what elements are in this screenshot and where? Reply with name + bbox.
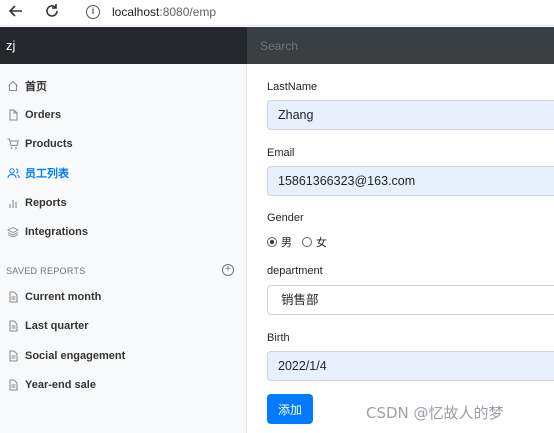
sidebar-report-year-end-sale[interactable]: Year-end sale xyxy=(0,373,247,397)
sidebar-item-label: Social engagement xyxy=(25,350,126,362)
lastname-label: LastName xyxy=(267,81,318,93)
sidebar-item-label: Current month xyxy=(25,291,102,303)
gender-option-label: 女 xyxy=(316,237,327,249)
file-text-icon xyxy=(6,290,20,304)
sidebar-item-label: Reports xyxy=(25,197,67,209)
bar-chart-icon xyxy=(6,196,20,210)
file-text-icon xyxy=(6,319,20,333)
sidebar-item-orders[interactable]: Orders xyxy=(0,103,247,127)
gender-radio-group: 男 女 xyxy=(267,234,337,250)
sidebar-item-products[interactable]: Products xyxy=(0,132,247,156)
file-text-icon xyxy=(6,349,20,363)
department-label: department xyxy=(267,265,323,277)
watermark: CSDN @忆故人的梦 xyxy=(366,404,504,422)
sidebar-item-label: 首页 xyxy=(25,81,47,93)
gender-option-label: 男 xyxy=(281,237,292,249)
layers-icon xyxy=(6,225,20,239)
home-icon xyxy=(6,79,20,93)
top-navbar: zj xyxy=(0,27,554,64)
brand[interactable]: zj xyxy=(0,27,247,64)
sidebar-item-reports[interactable]: Reports xyxy=(0,191,247,215)
sidebar-item-label: 员工列表 xyxy=(25,168,69,180)
sidebar-item-label: Integrations xyxy=(25,226,88,238)
url-path: :8080/emp xyxy=(159,5,217,19)
radio-button[interactable] xyxy=(302,237,312,247)
sidebar: 首页 Orders Products 员工列表 Reports Integrat… xyxy=(0,64,247,433)
sidebar-report-social-engagement[interactable]: Social engagement xyxy=(0,344,247,368)
file-text-icon xyxy=(6,378,20,392)
address-bar[interactable]: localhost:8080/emp xyxy=(112,5,216,19)
add-button[interactable]: 添加 xyxy=(267,394,313,424)
browser-toolbar: i localhost:8080/emp xyxy=(0,0,554,26)
reload-icon[interactable] xyxy=(42,3,62,23)
sidebar-report-last-quarter[interactable]: Last quarter xyxy=(0,314,247,338)
sidebar-item-label: Year-end sale xyxy=(25,379,96,391)
sidebar-item-employees[interactable]: 员工列表 xyxy=(0,161,247,185)
saved-reports-heading: SAVED REPORTS xyxy=(6,266,86,276)
back-arrow-icon[interactable] xyxy=(6,3,26,23)
email-input[interactable]: 15861366323@163.com xyxy=(267,166,554,196)
birth-label: Birth xyxy=(267,332,290,344)
employee-form: LastName Zhang Email 15861366323@163.com… xyxy=(247,64,554,433)
users-icon xyxy=(6,166,20,180)
plus-circle-icon[interactable]: + xyxy=(222,264,234,276)
lastname-input[interactable]: Zhang xyxy=(267,100,554,130)
sidebar-report-current-month[interactable]: Current month xyxy=(0,285,247,309)
email-label: Email xyxy=(267,147,295,159)
shopping-cart-icon xyxy=(6,137,20,151)
gender-option-male[interactable]: 男 xyxy=(267,234,292,250)
sidebar-item-integrations[interactable]: Integrations xyxy=(0,220,247,244)
url-host: localhost xyxy=(112,5,160,19)
radio-button-checked[interactable] xyxy=(267,237,277,247)
sidebar-item-home[interactable]: 首页 xyxy=(0,74,247,98)
search-input[interactable] xyxy=(247,27,554,64)
sidebar-item-label: Products xyxy=(25,138,73,150)
sidebar-item-label: Last quarter xyxy=(25,320,89,332)
sidebar-item-label: Orders xyxy=(25,109,62,121)
gender-label: Gender xyxy=(267,212,304,224)
info-icon[interactable]: i xyxy=(86,5,100,19)
department-select[interactable]: 销售部 xyxy=(267,285,554,315)
gender-option-female[interactable]: 女 xyxy=(302,234,327,250)
file-icon xyxy=(6,108,20,122)
birth-input[interactable]: 2022/1/4 xyxy=(267,351,554,381)
